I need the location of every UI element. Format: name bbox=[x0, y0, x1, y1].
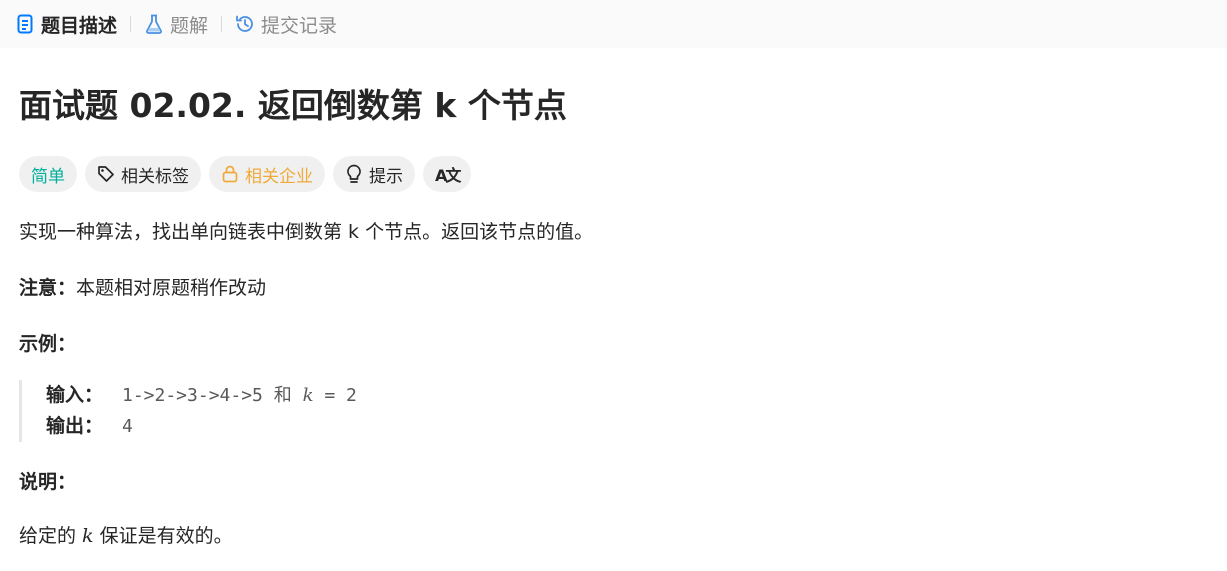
related-companies-label: 相关企业 bbox=[245, 166, 313, 187]
tab-submissions-label: 提交记录 bbox=[261, 14, 338, 37]
explain-prefix: 给定的 bbox=[19, 525, 83, 547]
explain-heading: 说明： bbox=[19, 471, 77, 493]
related-tags-button[interactable]: 相关标签 bbox=[85, 156, 201, 192]
explain-paragraph: 给定的 k 保证是有效的。 bbox=[19, 522, 1208, 550]
example-input-var: k bbox=[302, 385, 314, 406]
example-input-suffix: = 2 bbox=[313, 385, 357, 406]
history-icon bbox=[235, 14, 255, 34]
example-heading: 示例： bbox=[19, 333, 77, 355]
note-label: 注意： bbox=[19, 277, 77, 299]
translate-icon: A文 bbox=[435, 166, 461, 185]
tag-row: 简单 相关标签 相关企业 提示 A文 bbox=[19, 156, 1208, 192]
lightbulb-icon bbox=[345, 164, 363, 183]
lock-icon bbox=[221, 165, 239, 183]
tab-separator bbox=[130, 16, 132, 32]
explain-suffix: 保证是有效的。 bbox=[93, 525, 233, 547]
example-block: 输入： 1->2->3->4->5 和 k = 2 输出： 4 bbox=[19, 380, 1208, 442]
example-input-row: 输入： 1->2->3->4->5 和 k = 2 bbox=[46, 380, 1208, 411]
note-paragraph: 注意：本题相对原题稍作改动 bbox=[19, 274, 1208, 302]
example-input-prefix: 1->2->3->4->5 和 bbox=[122, 385, 303, 406]
explain-var: k bbox=[82, 525, 94, 547]
hint-label: 提示 bbox=[369, 166, 403, 187]
example-output-row: 输出： 4 bbox=[46, 411, 1208, 442]
example-output-label: 输出： bbox=[46, 415, 104, 437]
example-input-label: 输入： bbox=[46, 384, 104, 406]
tab-description[interactable]: 题目描述 bbox=[15, 11, 117, 38]
example-output-value: 4 bbox=[122, 416, 133, 437]
problem-content: 面试题 02.02. 返回倒数第 k 个节点 简单 相关标签 相关企业 提示 A… bbox=[0, 86, 1227, 550]
tab-description-label: 题目描述 bbox=[41, 14, 118, 37]
problem-description: 实现一种算法，找出单向链表中倒数第 k 个节点。返回该节点的值。 bbox=[19, 221, 594, 243]
tab-solutions[interactable]: 题解 bbox=[144, 11, 208, 38]
difficulty-badge[interactable]: 简单 bbox=[19, 156, 77, 192]
related-tags-label: 相关标签 bbox=[121, 166, 189, 187]
tab-submissions[interactable]: 提交记录 bbox=[235, 11, 337, 38]
document-icon bbox=[15, 14, 35, 34]
tab-bar: 题目描述 题解 提交记录 bbox=[0, 0, 1227, 48]
note-text: 本题相对原题稍作改动 bbox=[76, 277, 267, 299]
tag-icon bbox=[97, 165, 115, 183]
tab-separator bbox=[221, 16, 223, 32]
related-companies-button[interactable]: 相关企业 bbox=[209, 156, 325, 192]
hint-button[interactable]: 提示 bbox=[333, 156, 415, 192]
flask-icon bbox=[144, 14, 164, 34]
tab-solutions-label: 题解 bbox=[170, 14, 209, 37]
translate-button[interactable]: A文 bbox=[423, 156, 472, 192]
difficulty-label: 简单 bbox=[31, 166, 65, 187]
example-input-value: 1->2->3->4->5 和 k = 2 bbox=[122, 380, 357, 411]
problem-title: 面试题 02.02. 返回倒数第 k 个节点 bbox=[19, 86, 567, 125]
